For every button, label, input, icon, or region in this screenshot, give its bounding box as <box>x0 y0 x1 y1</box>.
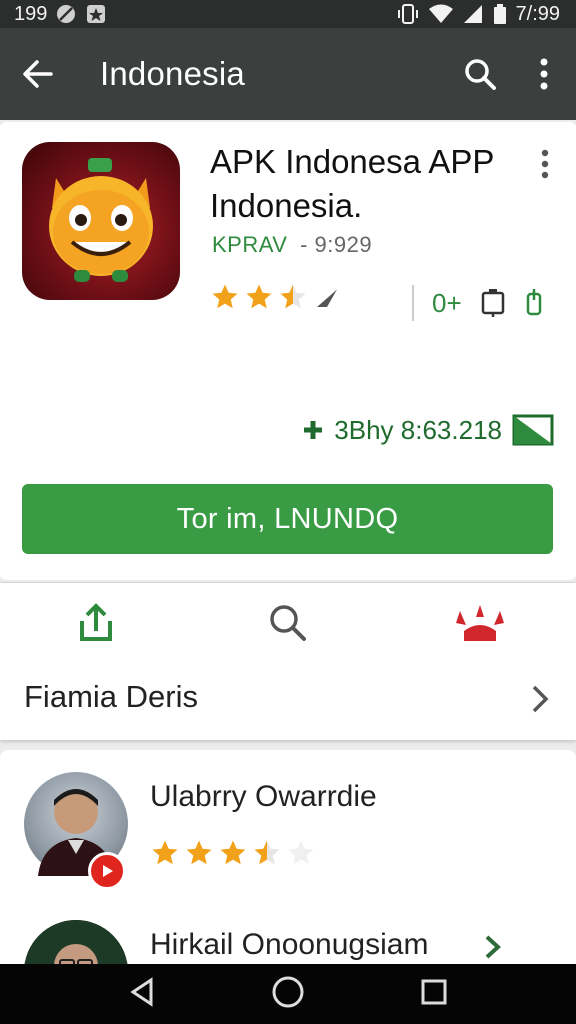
share-icon <box>80 603 112 641</box>
cell-signal-icon <box>462 3 484 25</box>
chevron-right-icon[interactable] <box>530 683 550 720</box>
nav-home-button[interactable] <box>271 975 305 1014</box>
share-button[interactable] <box>0 601 192 649</box>
wishlist-button[interactable] <box>384 601 576 649</box>
nav-back-button[interactable] <box>127 976 157 1012</box>
star-half-icon <box>280 284 306 309</box>
meta-divider <box>412 285 414 321</box>
download-stat: 3Bhy 8:63.218 <box>302 414 554 446</box>
developer-meta: - 9:929 <box>300 232 373 257</box>
related-row-label[interactable]: Fiamia Deris <box>24 679 198 715</box>
search-icon <box>465 59 496 90</box>
no-signal-icon <box>55 3 77 25</box>
vibrate-icon <box>396 3 420 25</box>
star-full-icon <box>220 840 246 865</box>
install-button[interactable]: Tor im, LNUNDQ <box>22 484 553 554</box>
review-card: Ulabrry Owarrdie Hirkail Onoonugsiam <box>0 750 576 964</box>
status-right: 7/:99 <box>396 3 560 26</box>
star-full-icon <box>186 840 212 865</box>
nav-recents-button[interactable] <box>419 977 449 1012</box>
play-badge <box>88 852 126 890</box>
back-arrow-icon <box>23 60 53 88</box>
app-header-card: APK Indonesa APP Indonesia. KPRAV - 9:92… <box>0 122 576 580</box>
device-icon <box>480 288 506 318</box>
actions-card: Fiamia Deris <box>0 582 576 740</box>
status-time-right: 7/:99 <box>515 2 560 25</box>
battery-icon <box>492 3 508 25</box>
avatar[interactable] <box>24 920 128 964</box>
star-empty-icon <box>288 840 314 865</box>
developer-name[interactable]: KPRAV <box>212 232 287 257</box>
search-icon <box>270 605 306 641</box>
star-partial-icon <box>317 289 337 307</box>
status-bar: 199 7/:99 <box>0 0 576 28</box>
search-action-button[interactable] <box>192 601 384 649</box>
app-rating-stars <box>210 282 342 312</box>
reviewer-name: Hirkail Onoonugsiam <box>150 928 429 961</box>
app-bar-title: Indonesia <box>100 55 245 92</box>
download-stat-text: 3Bhy 8:63.218 <box>334 414 502 445</box>
person-avatar-icon <box>24 920 128 964</box>
action-icons-row <box>0 601 576 649</box>
crown-icon <box>456 605 504 641</box>
more-vertical-icon <box>541 149 549 179</box>
square-recents-icon <box>421 979 447 1004</box>
review-stars <box>150 838 316 868</box>
app-icon <box>22 142 180 300</box>
wifi-icon <box>428 3 454 25</box>
status-time-left: 199 <box>14 2 48 25</box>
notification-icon <box>85 3 107 25</box>
app-overflow-button[interactable] <box>530 144 560 184</box>
star-full-icon <box>212 284 238 309</box>
triangle-back-icon <box>130 976 153 1007</box>
app-meta-row: 0+ <box>412 285 562 321</box>
storage-icon <box>524 288 544 318</box>
mail-icon <box>512 414 554 446</box>
back-button[interactable] <box>0 28 78 120</box>
reviewer-name: Ulabrry Owarrdie <box>150 780 377 813</box>
app-bar: Indonesia <box>0 28 576 120</box>
play-icon <box>103 865 113 877</box>
star-full-icon <box>152 840 178 865</box>
star-half-icon <box>254 840 280 865</box>
status-left: 199 <box>14 3 107 26</box>
plus-icon <box>304 421 323 439</box>
emoji-cat-icon <box>49 158 153 282</box>
chevron-right-icon[interactable] <box>484 934 502 964</box>
star-full-icon <box>246 284 272 309</box>
developer-row: KPRAV - 9:929 <box>212 232 372 258</box>
system-nav-bar <box>0 964 576 1024</box>
overflow-menu-button[interactable] <box>512 28 576 120</box>
age-rating: 0+ <box>432 287 462 318</box>
more-vertical-icon <box>540 58 548 90</box>
circle-home-icon <box>272 976 304 1007</box>
search-button[interactable] <box>448 28 512 120</box>
app-name: APK Indonesa APP Indonesia. <box>210 143 494 224</box>
